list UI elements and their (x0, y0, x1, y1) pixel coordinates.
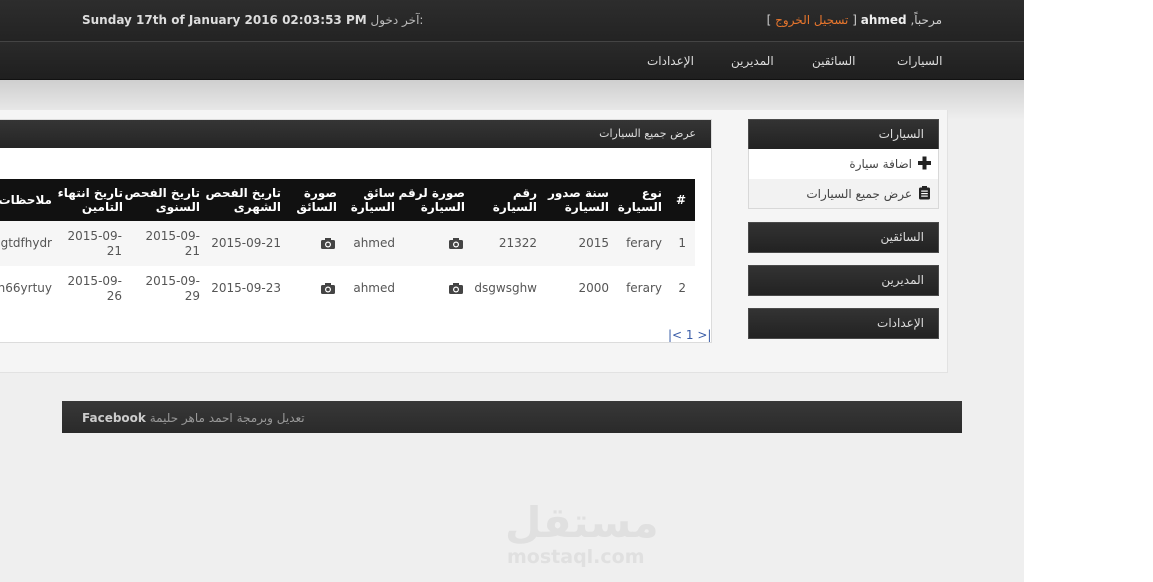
cell-car-year: 2000 (578, 281, 609, 295)
main-nav: السيارات السائقين المديرين الإعدادات (0, 42, 1024, 80)
cell-monthly-inspection: 2015-09-21 (211, 236, 281, 250)
sidebar-header-managers[interactable]: المديرين (748, 265, 939, 296)
sidebar-submenu-cars: اضافة سيارة عرض جميع السيارات (748, 149, 939, 209)
camera-icon[interactable] (449, 283, 463, 294)
sidebar-header-label: المديرين (881, 273, 924, 287)
cell-car-driver: ahmed (353, 236, 395, 250)
top-header-bar: Sunday 17th of January 2016 02:03:53 PM … (0, 0, 1024, 42)
clipboard-list-icon (919, 186, 930, 200)
table-row: 2 ferary 2000 dsgwsghw ahmed 2015-09-23 … (0, 266, 695, 311)
sidebar-item-label: اضافة سيارة (849, 157, 912, 171)
last-login-label: آخر دخول: (370, 13, 424, 27)
table-row: 1 ferary 2015 21322 ahmed 2015-09-21 201… (0, 221, 695, 266)
footer-bar: Facebook تعديل وبرمجة احمد ماهر حليمة (62, 401, 962, 433)
sidebar-header-cars[interactable]: السيارات (748, 119, 939, 150)
cell-annual-inspection: 2015-09- 29 (145, 274, 200, 303)
nav-item-cars[interactable]: السيارات (897, 54, 942, 68)
cell-notes: gmgtdfhydr (0, 236, 52, 250)
cell-car-type: ferary (626, 281, 662, 295)
cars-list-box: عرض جميع السيارات # نوع السيارة سنة صدور ا… (0, 119, 712, 343)
footer-credit-text: تعديل وبرمجة احمد ماهر حليمة (149, 411, 305, 425)
username: ahmed (860, 13, 907, 27)
cell-insurance-expiry: 2015-09- 26 (67, 274, 122, 303)
col-header-monthly-inspection: تاريخ الفحص الشهرى (205, 186, 281, 214)
sidebar-header-label: السائقين (880, 230, 924, 244)
welcome-label: مرحباً, (910, 13, 942, 27)
box-title-bar: عرض جميع السيارات (0, 120, 711, 148)
cell-number: 1 (678, 236, 686, 250)
bracket-close: ] (766, 13, 772, 27)
footer-credit: Facebook تعديل وبرمجة احمد ماهر حليمة (82, 411, 305, 425)
cell-notes: rh66yrtuy (0, 281, 52, 295)
sidebar-header-drivers[interactable]: السائقين (748, 222, 939, 253)
last-login-datetime: Sunday 17th of January 2016 02:03:53 PM (82, 13, 367, 27)
col-header-annual-inspection: تاريخ الفحص السنوى (124, 186, 200, 214)
col-header-plate-number: رقم السيارة (492, 186, 537, 214)
col-header-number: # (675, 193, 686, 207)
app-page: Sunday 17th of January 2016 02:03:53 PM … (0, 0, 1024, 582)
sidebar-header-label: الإعدادات (877, 316, 924, 330)
col-header-car-type: نوع السيارة (617, 186, 662, 214)
bracket-open: [ (852, 13, 857, 27)
col-header-car-driver: سائق السيارة (350, 186, 395, 214)
facebook-link[interactable]: Facebook (82, 411, 146, 425)
logout-link[interactable]: تسجيل الخروج (775, 13, 848, 27)
watermark-url: mostaql.com (507, 546, 645, 568)
nav-item-drivers[interactable]: السائقين (812, 54, 856, 68)
camera-icon[interactable] (321, 283, 335, 294)
nav-item-settings[interactable]: الإعدادات (647, 54, 694, 68)
cell-car-driver: ahmed (353, 281, 395, 295)
cell-car-type: ferary (626, 236, 662, 250)
sidebar-item-add-car[interactable]: اضافة سيارة (749, 149, 938, 178)
col-header-plate-photo: صورة لرقم السيارة (398, 186, 465, 214)
sidebar-item-view-all-cars[interactable]: عرض جميع السيارات (749, 179, 938, 208)
pagination[interactable]: |< 1 >| (668, 328, 711, 342)
box-title: عرض جميع السيارات (599, 127, 696, 140)
cell-annual-inspection: 2015-09- 21 (145, 229, 200, 258)
plus-icon (918, 156, 931, 170)
col-header-car-year: سنة صدور السيارة (547, 186, 609, 214)
nav-item-managers[interactable]: المديرين (731, 54, 774, 68)
sidebar-item-label: عرض جميع السيارات (806, 187, 912, 201)
col-header-driver-photo: صورة السائق (296, 186, 337, 214)
col-header-notes: ملاحظات (0, 193, 52, 207)
cell-number: 2 (678, 281, 686, 295)
camera-icon[interactable] (321, 238, 335, 249)
col-header-insurance-expiry: تاريخ انتهاء التامين (57, 186, 123, 214)
sidebar-header-label: السيارات (878, 127, 924, 141)
camera-icon[interactable] (449, 238, 463, 249)
cell-plate-number: 21322 (498, 236, 537, 250)
table-header-row: # نوع السيارة سنة صدور السيارة رقم السيارة … (0, 179, 695, 221)
cell-plate-number: dsgwsghw (474, 281, 537, 295)
sidebar-header-settings[interactable]: الإعدادات (748, 308, 939, 339)
cell-monthly-inspection: 2015-09-23 (211, 281, 281, 295)
watermark-logo: مستقل (505, 498, 659, 547)
last-login-info: Sunday 17th of January 2016 02:03:53 PM … (82, 13, 423, 27)
welcome-block: مرحباً, ahmed [ تسجيل الخروج ] (767, 13, 942, 27)
cell-car-year: 2015 (578, 236, 609, 250)
cell-insurance-expiry: 2015-09- 21 (67, 229, 122, 258)
